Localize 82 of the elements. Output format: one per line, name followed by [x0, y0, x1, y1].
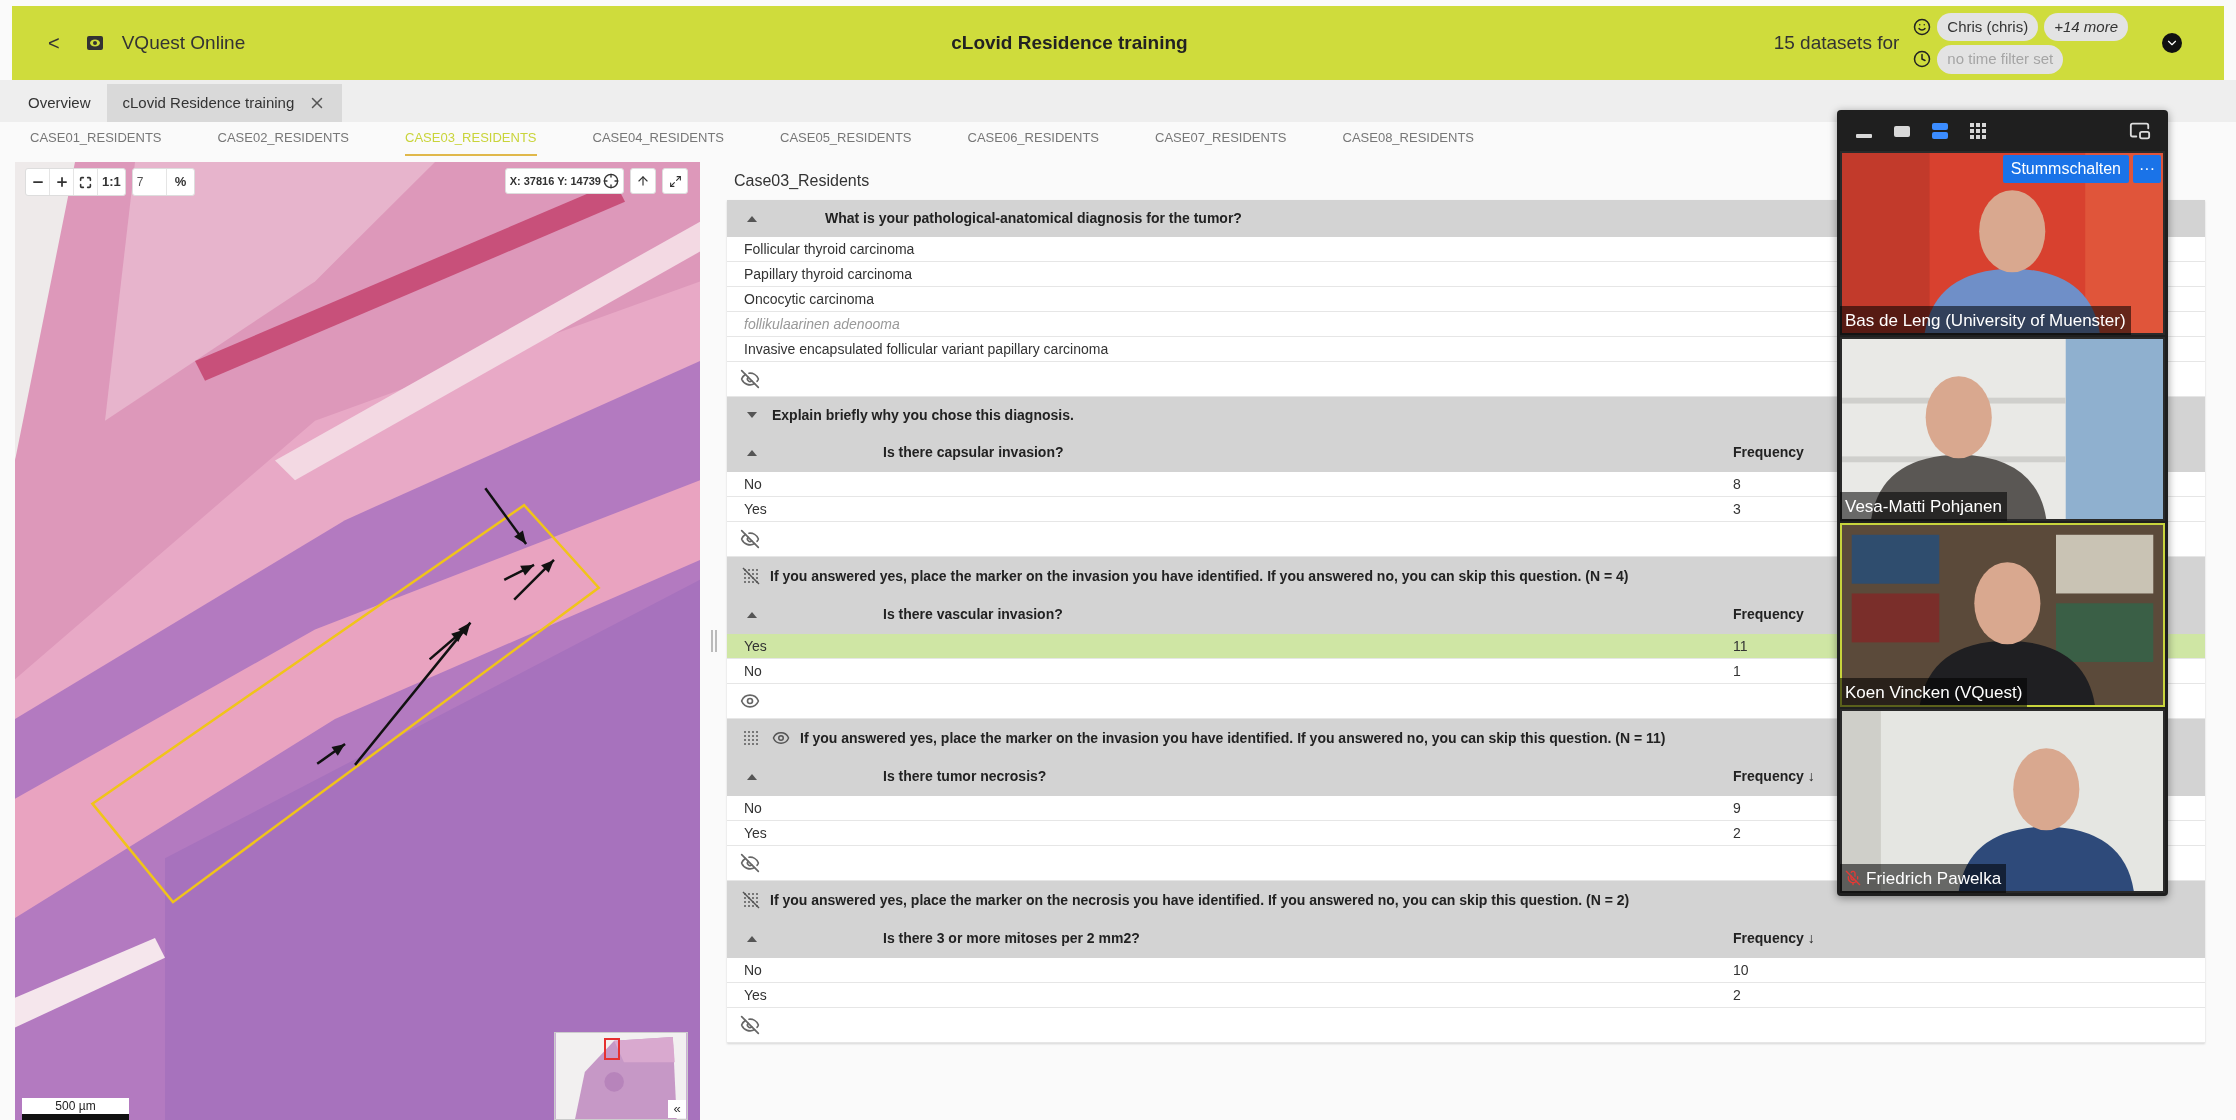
page-heading: cLovid Residence training — [951, 30, 1188, 55]
user-chip[interactable]: Chris (chris) — [1937, 12, 2039, 41]
table-cell: No — [744, 476, 762, 492]
question-text: If you answered yes, place the marker on the invasion you have identified. If you answered no, you can skip this question. (N = 4) — [770, 566, 1629, 586]
table-cell: Yes — [744, 638, 767, 654]
participant-name: Koen Vincken (VQuest) — [1845, 681, 2023, 704]
grid-view-icon[interactable] — [1968, 121, 1988, 141]
answer-text: follikulaarinen adenooma — [744, 314, 900, 334]
participant-name: Bas de Leng (University of Muenster) — [1845, 309, 2126, 332]
table-cell-text: 9 — [1733, 798, 1741, 818]
case-tab[interactable]: CASE07_RESIDENTS — [1155, 122, 1287, 156]
sort-caret-icon[interactable] — [747, 449, 757, 456]
mic-off-icon — [1845, 870, 1861, 887]
question-text: If you answered yes, place the marker on the invasion you have identified. If you answered no, you can skip this question. (N = 11) — [800, 728, 1666, 748]
table-cell: No — [744, 962, 762, 978]
eye-off-icon[interactable] — [740, 1015, 760, 1035]
column-header[interactable]: Frequency — [1733, 442, 1804, 463]
clock-icon — [1913, 50, 1932, 69]
sort-caret-icon[interactable] — [747, 773, 757, 780]
table-cell: Yes — [744, 501, 767, 517]
tab[interactable]: Overview — [12, 84, 107, 122]
eye-off-icon[interactable] — [740, 853, 760, 873]
crossed-grid-icon[interactable] — [742, 567, 760, 585]
case-title: Case03_Residents — [734, 171, 870, 191]
column-header: Is there 3 or more mitoses per 2 mm2? — [883, 929, 1140, 948]
question-text: If you answered yes, place the marker on the necrosis you have identified. If you answered no, you can skip this question. (N = 2) — [770, 890, 1630, 910]
participant-name: Friedrich Pawelka — [1866, 867, 2002, 890]
table-cell-text: 3 — [1733, 499, 1741, 519]
answer-text: Papillary thyroid carcinoma — [744, 264, 913, 284]
more-users-chip[interactable]: +14 more — [2044, 12, 2128, 41]
sort-caret-icon[interactable] — [747, 935, 757, 942]
eye-off-icon[interactable] — [740, 529, 760, 549]
column-header[interactable]: Frequency ↓ — [1733, 928, 1815, 949]
table-cell-text: 10 — [1733, 960, 1749, 980]
table-cell: No — [744, 800, 762, 816]
picture-in-picture-icon[interactable] — [2129, 120, 2151, 142]
table-row[interactable]: Yes 2 — [727, 983, 2205, 1008]
column-header: Is there tumor necrosis? — [883, 767, 1047, 786]
case-tab[interactable]: CASE08_RESIDENTS — [1342, 122, 1474, 156]
table-row[interactable]: No 10 — [727, 958, 2205, 983]
dropdown-button[interactable] — [2162, 33, 2182, 53]
participant-name: Vesa-Matti Pohjanen — [1845, 495, 2002, 518]
eye-icon[interactable] — [772, 729, 790, 747]
eye-off-icon[interactable] — [740, 369, 760, 389]
back-button[interactable]: < — [48, 28, 60, 58]
case-tab[interactable]: CASE02_RESIDENTS — [217, 122, 349, 156]
mute-button[interactable]: Stummschalten — [2002, 155, 2129, 183]
question-text: Explain briefly why you chose this diagnosis. — [772, 405, 1074, 425]
eye-logo-icon — [85, 34, 104, 52]
collapse-caret-icon[interactable] — [747, 215, 757, 222]
column-header[interactable]: Frequency — [1733, 604, 1804, 625]
table-cell: Yes — [744, 825, 767, 841]
expand-caret-icon[interactable] — [747, 412, 757, 418]
splitter-handle[interactable] — [710, 630, 717, 652]
eye-icon[interactable] — [740, 691, 760, 711]
table-cell-text: 11 — [1733, 636, 1748, 656]
table-cell-text: 2 — [1733, 985, 1741, 1005]
answer-text: Follicular thyroid carcinoma — [744, 239, 915, 259]
app-title: VQuest Online — [121, 30, 246, 55]
more-button[interactable]: ··· — [2133, 155, 2161, 183]
sort-caret-icon[interactable] — [747, 611, 757, 618]
column-header: Is there vascular invasion? — [883, 605, 1063, 624]
grid-icon[interactable] — [742, 729, 760, 747]
tab[interactable]: cLovid Residence training — [106, 84, 343, 122]
table-cell-text: 1 — [1733, 661, 1741, 681]
answer-text: Oncocytic carcinoma — [744, 289, 874, 309]
column-header[interactable]: Frequency ↓ — [1733, 766, 1815, 787]
case-tab[interactable]: CASE05_RESIDENTS — [780, 122, 912, 156]
table-cell: No — [744, 663, 762, 679]
table-cell: Yes — [744, 987, 767, 1003]
case-tab[interactable]: CASE01_RESIDENTS — [30, 122, 162, 156]
answer-text: Invasive encapsulated follicular variant papillary carcinoma — [744, 339, 1109, 359]
crossed-grid-icon[interactable] — [742, 891, 760, 909]
table-cell-text: 8 — [1733, 474, 1741, 494]
question-text: What is your pathological-anatomical diagnosis for the tumor? — [825, 209, 1242, 228]
case-tab[interactable]: CASE06_RESIDENTS — [967, 122, 1099, 156]
datasets-label: 15 datasets for — [1773, 30, 1900, 55]
user-icon — [1913, 17, 1932, 36]
table-cell-text: 2 — [1733, 823, 1741, 843]
case-tab[interactable]: CASE04_RESIDENTS — [592, 122, 724, 156]
column-header: Is there capsular invasion? — [883, 443, 1064, 462]
stack-view-icon[interactable] — [1930, 121, 1950, 141]
